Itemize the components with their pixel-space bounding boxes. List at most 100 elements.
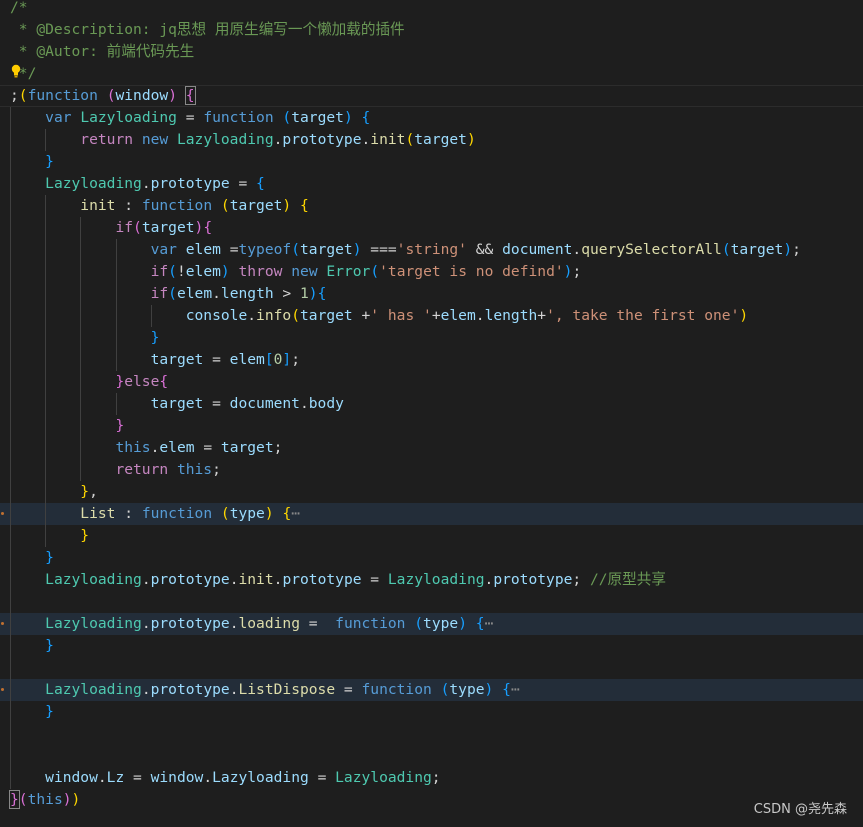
code-text: if(!elem) throw new Error('target is no … — [10, 261, 582, 283]
code-line[interactable]: } — [0, 701, 863, 723]
code-token: target — [141, 219, 195, 236]
code-token: . — [141, 615, 151, 632]
code-line[interactable]: Lazyloading.prototype.ListDispose = func… — [0, 679, 863, 701]
code-line[interactable]: /* — [0, 0, 863, 19]
code-line[interactable] — [0, 723, 863, 745]
code-text: } — [10, 701, 54, 723]
code-token: Lazyloading — [176, 131, 274, 148]
code-line[interactable] — [0, 591, 863, 613]
code-token: { — [317, 285, 327, 302]
code-token: [ — [264, 351, 274, 368]
code-token: window — [150, 769, 204, 786]
code-token: type — [229, 505, 265, 522]
code-line[interactable] — [0, 745, 863, 767]
code-token: = — [203, 351, 230, 368]
code-text: var elem =typeof(target) ==='string' && … — [10, 239, 801, 261]
code-line[interactable]: }(this)) — [0, 789, 863, 811]
code-token: { — [256, 175, 265, 192]
code-line[interactable]: Lazyloading.prototype = { — [0, 173, 863, 195]
code-line[interactable]: if(!elem) throw new Error('target is no … — [0, 261, 863, 283]
folded-marker-icon[interactable] — [1, 622, 4, 625]
code-token: ' has ' — [370, 307, 432, 324]
code-token: elem — [185, 241, 221, 258]
code-token: . — [572, 241, 582, 258]
code-line[interactable]: if(elem.length > 1){ — [0, 283, 863, 305]
code-token: > — [273, 285, 300, 302]
code-line[interactable] — [0, 657, 863, 679]
code-line[interactable]: target = document.body — [0, 393, 863, 415]
code-line[interactable]: } — [0, 327, 863, 349]
code-token: && — [466, 241, 503, 258]
code-token: Lazyloading — [212, 769, 309, 786]
code-line[interactable]: } — [0, 635, 863, 657]
code-line[interactable]: return this; — [0, 459, 863, 481]
fold-ellipsis-button[interactable]: ⋯ — [485, 615, 494, 632]
code-line[interactable]: return new Lazyloading.prototype.init(ta… — [0, 129, 863, 151]
code-token: ( — [168, 285, 177, 302]
code-token: throw — [238, 263, 283, 280]
code-line[interactable]: if(target){ — [0, 217, 863, 239]
folded-marker-icon[interactable] — [1, 688, 4, 691]
code-line[interactable]: }else{ — [0, 371, 863, 393]
code-token: { — [203, 219, 213, 236]
code-token: ) — [220, 263, 230, 280]
fold-ellipsis-button[interactable]: ⋯ — [291, 505, 300, 522]
code-token: List — [80, 505, 116, 522]
indent-guide — [10, 723, 11, 745]
code-token: elem — [185, 263, 221, 280]
folded-marker-icon[interactable] — [1, 512, 4, 515]
code-line[interactable]: init : function (target) { — [0, 195, 863, 217]
code-token: ) — [458, 615, 467, 632]
code-line[interactable]: console.info(target +' has '+elem.length… — [0, 305, 863, 327]
code-editor[interactable]: /* * @Description: jq思想 用原生编写一个懒加载的插件 * … — [0, 0, 863, 827]
code-line[interactable]: var Lazyloading = function (target) { — [0, 107, 863, 129]
code-token: = — [194, 439, 221, 456]
code-line[interactable]: } — [0, 525, 863, 547]
code-token: window — [45, 769, 98, 786]
lightbulb-icon[interactable] — [11, 64, 21, 78]
code-line[interactable]: Lazyloading.prototype.init.prototype = L… — [0, 569, 863, 591]
code-line[interactable]: * @Description: jq思想 用原生编写一个懒加载的插件 — [0, 19, 863, 41]
code-line[interactable]: window.Lz = window.Lazyloading = Lazyloa… — [0, 767, 863, 789]
code-token: . — [299, 395, 309, 412]
code-line[interactable]: }, — [0, 481, 863, 503]
code-token: prototype — [150, 681, 230, 698]
code-token: target — [150, 395, 204, 412]
code-token: + — [431, 307, 441, 324]
code-line[interactable]: this.elem = target; — [0, 437, 863, 459]
code-line[interactable]: target = elem[0]; — [0, 349, 863, 371]
code-token: prototype — [282, 571, 362, 588]
code-token: elem — [159, 439, 195, 456]
code-token: = — [220, 241, 239, 258]
code-text: } — [10, 547, 54, 569]
code-line[interactable]: List : function (type) {⋯ — [0, 503, 863, 525]
code-line[interactable]: var elem =typeof(target) ==='string' && … — [0, 239, 863, 261]
code-line[interactable]: */ — [0, 63, 863, 85]
code-text: } — [10, 525, 89, 547]
code-text: return this; — [10, 459, 221, 481]
code-token: if — [115, 219, 134, 236]
code-token: ; — [212, 461, 221, 478]
fold-ellipsis-button[interactable]: ⋯ — [511, 681, 520, 698]
code-line[interactable]: ;(function (window) { — [0, 85, 863, 107]
code-text: } — [10, 151, 54, 173]
code-line[interactable]: } — [0, 547, 863, 569]
code-text: Lazyloading.prototype.init.prototype = L… — [10, 569, 666, 591]
code-line[interactable]: Lazyloading.prototype.loading = function… — [0, 613, 863, 635]
code-token: elem — [440, 307, 476, 324]
code-line[interactable]: } — [0, 151, 863, 173]
code-text: } — [10, 635, 54, 657]
code-line[interactable]: } — [0, 415, 863, 437]
code-line[interactable]: * @Autor: 前端代码先生 — [0, 41, 863, 63]
code-text: this.elem = target; — [10, 437, 282, 459]
